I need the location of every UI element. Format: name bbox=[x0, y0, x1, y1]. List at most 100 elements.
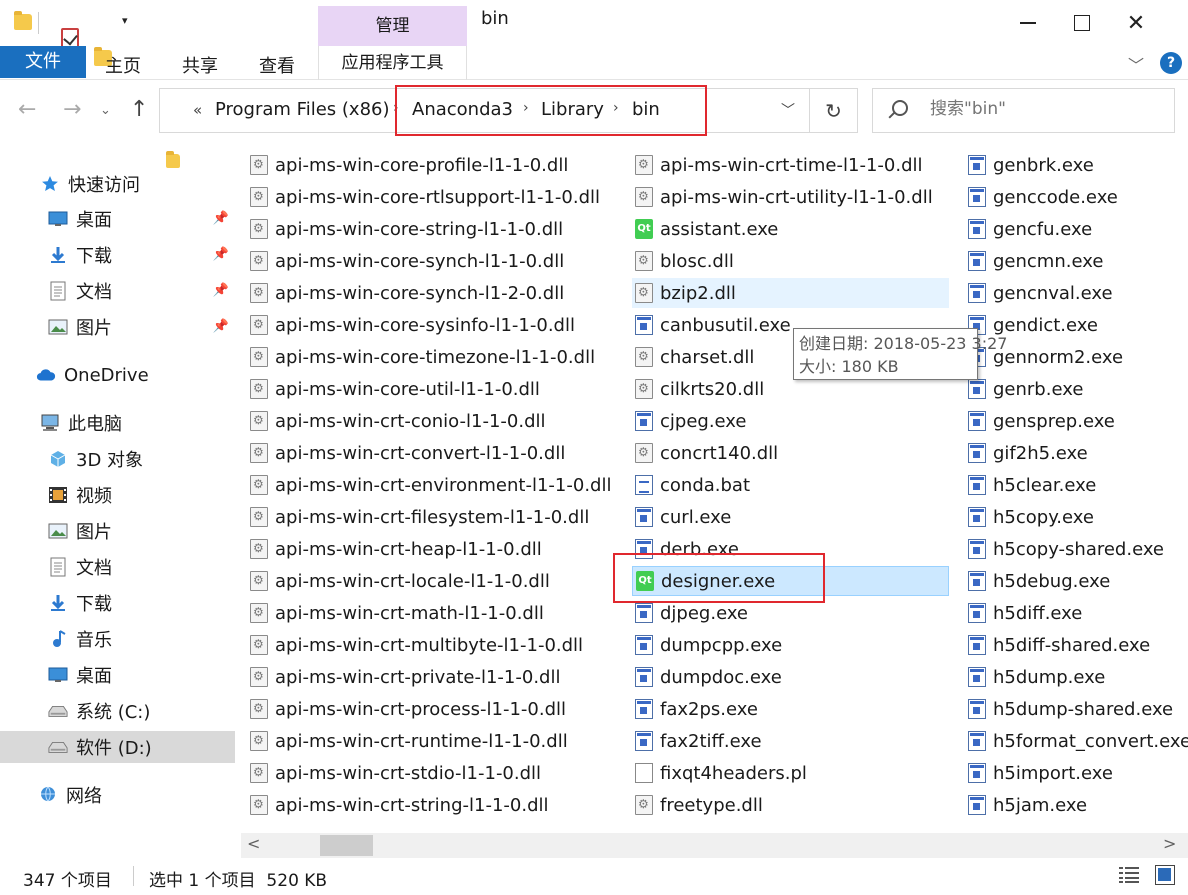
file-item[interactable]: bzip2.dll bbox=[632, 278, 949, 308]
file-item[interactable]: api-ms-win-crt-private-l1-1-0.dll bbox=[247, 662, 617, 692]
file-item[interactable]: h5copy-shared.exe bbox=[965, 534, 1188, 564]
forward-arrow-icon[interactable]: → bbox=[63, 97, 81, 122]
horizontal-scrollbar[interactable] bbox=[241, 833, 1188, 858]
tab-application-tools[interactable]: 应用程序工具 bbox=[318, 46, 467, 80]
file-item[interactable]: api-ms-win-crt-conio-l1-1-0.dll bbox=[247, 406, 617, 436]
maximize-button[interactable] bbox=[1052, 5, 1112, 41]
sidebar-item[interactable]: 下载 bbox=[0, 587, 235, 619]
file-item[interactable]: concrt140.dll bbox=[632, 438, 949, 468]
tab-file[interactable]: 文件 bbox=[0, 46, 86, 78]
scrollbar-thumb[interactable] bbox=[320, 835, 373, 856]
scroll-right-arrow-icon[interactable]: > bbox=[1163, 834, 1176, 853]
sidebar-item[interactable]: 3D 对象 bbox=[0, 443, 235, 475]
file-item[interactable]: api-ms-win-crt-string-l1-1-0.dll bbox=[247, 790, 617, 820]
manage-context-tab-header[interactable]: 管理 bbox=[318, 6, 467, 46]
pin-icon[interactable]: 📌 bbox=[213, 211, 229, 226]
file-item[interactable]: api-ms-win-crt-time-l1-1-0.dll bbox=[632, 150, 949, 180]
sidebar-item[interactable]: 视频 bbox=[0, 479, 235, 511]
file-item[interactable]: api-ms-win-crt-convert-l1-1-0.dll bbox=[247, 438, 617, 468]
file-item[interactable]: gencfu.exe bbox=[965, 214, 1188, 244]
expand-ribbon-chevron-icon[interactable]: ﹀ bbox=[1128, 52, 1144, 76]
sidebar-item[interactable]: 文档 bbox=[0, 551, 235, 583]
pin-icon[interactable]: 📌 bbox=[213, 247, 229, 262]
refresh-button[interactable]: ↻ bbox=[810, 88, 858, 133]
file-item[interactable]: api-ms-win-crt-heap-l1-1-0.dll bbox=[247, 534, 617, 564]
file-item[interactable]: h5copy.exe bbox=[965, 502, 1188, 532]
sidebar-item[interactable]: 系统 (C:) bbox=[0, 695, 235, 727]
sidebar-item[interactable]: 软件 (D:) bbox=[0, 731, 235, 763]
sidebar-item[interactable]: 网络 bbox=[0, 779, 235, 811]
file-item[interactable]: api-ms-win-crt-multibyte-l1-1-0.dll bbox=[247, 630, 617, 660]
file-item[interactable]: api-ms-win-crt-filesystem-l1-1-0.dll bbox=[247, 502, 617, 532]
file-item[interactable]: api-ms-win-core-timezone-l1-1-0.dll bbox=[247, 342, 617, 372]
sidebar-item[interactable]: 快速访问 bbox=[0, 168, 235, 200]
file-item[interactable]: h5diff-shared.exe bbox=[965, 630, 1188, 660]
help-icon[interactable]: ? bbox=[1160, 52, 1182, 74]
file-item[interactable]: gencmn.exe bbox=[965, 246, 1188, 276]
file-item[interactable]: freetype.dll bbox=[632, 790, 949, 820]
file-item[interactable]: api-ms-win-crt-locale-l1-1-0.dll bbox=[247, 566, 617, 596]
sidebar-item[interactable]: OneDrive bbox=[0, 359, 235, 391]
file-item[interactable]: api-ms-win-crt-process-l1-1-0.dll bbox=[247, 694, 617, 724]
properties-icon[interactable] bbox=[61, 28, 79, 48]
file-item[interactable]: api-ms-win-core-synch-l1-2-0.dll bbox=[247, 278, 617, 308]
breadcrumb-overflow[interactable]: « bbox=[193, 101, 202, 119]
file-item[interactable]: fixqt4headers.pl bbox=[632, 758, 949, 788]
recent-locations-chevron-icon[interactable]: ⌄ bbox=[100, 103, 111, 118]
file-item[interactable]: api-ms-win-core-rtlsupport-l1-1-0.dll bbox=[247, 182, 617, 212]
file-item[interactable]: api-ms-win-crt-stdio-l1-1-0.dll bbox=[247, 758, 617, 788]
file-item[interactable]: api-ms-win-crt-runtime-l1-1-0.dll bbox=[247, 726, 617, 756]
file-item[interactable]: api-ms-win-core-synch-l1-1-0.dll bbox=[247, 246, 617, 276]
file-item[interactable]: gensprep.exe bbox=[965, 406, 1188, 436]
large-icons-view-icon[interactable] bbox=[1155, 865, 1175, 885]
scroll-left-arrow-icon[interactable]: < bbox=[247, 834, 260, 853]
breadcrumb-program-files[interactable]: Program Files (x86) bbox=[215, 99, 390, 120]
tab-home[interactable]: 主页 bbox=[105, 52, 141, 78]
file-item[interactable]: fax2ps.exe bbox=[632, 694, 949, 724]
sidebar-item[interactable]: 下载 📌 bbox=[0, 239, 235, 271]
file-item[interactable]: dumpcpp.exe bbox=[632, 630, 949, 660]
file-item[interactable]: h5clear.exe bbox=[965, 470, 1188, 500]
pin-icon[interactable]: 📌 bbox=[213, 319, 229, 334]
file-item[interactable]: api-ms-win-core-string-l1-1-0.dll bbox=[247, 214, 617, 244]
file-item[interactable]: blosc.dll bbox=[632, 246, 949, 276]
tab-view[interactable]: 查看 bbox=[259, 52, 295, 78]
file-item[interactable]: api-ms-win-crt-utility-l1-1-0.dll bbox=[632, 182, 949, 212]
up-arrow-icon[interactable]: ↑ bbox=[130, 97, 148, 122]
file-item[interactable]: api-ms-win-core-profile-l1-1-0.dll bbox=[247, 150, 617, 180]
sidebar-item[interactable]: 音乐 bbox=[0, 623, 235, 655]
file-item[interactable]: api-ms-win-core-util-l1-1-0.dll bbox=[247, 374, 617, 404]
customize-toolbar-chevron-icon[interactable]: ▾ bbox=[122, 14, 128, 27]
file-item[interactable]: h5dump.exe bbox=[965, 662, 1188, 692]
file-item[interactable]: genrb.exe bbox=[965, 374, 1188, 404]
file-item[interactable]: h5import.exe bbox=[965, 758, 1188, 788]
file-item[interactable]: h5debug.exe bbox=[965, 566, 1188, 596]
address-history-chevron-icon[interactable]: ﹀ bbox=[781, 100, 795, 120]
file-item[interactable]: api-ms-win-crt-math-l1-1-0.dll bbox=[247, 598, 617, 628]
pin-icon[interactable]: 📌 bbox=[213, 283, 229, 298]
sidebar-item[interactable]: 图片 📌 bbox=[0, 311, 235, 343]
file-item[interactable]: curl.exe bbox=[632, 502, 949, 532]
file-item[interactable]: gif2h5.exe bbox=[965, 438, 1188, 468]
file-item[interactable]: h5jam.exe bbox=[965, 790, 1188, 820]
file-item[interactable]: Qt assistant.exe bbox=[632, 214, 949, 244]
file-item[interactable]: cjpeg.exe bbox=[632, 406, 949, 436]
file-item[interactable]: h5format_convert.exe bbox=[965, 726, 1188, 756]
file-item[interactable]: h5dump-shared.exe bbox=[965, 694, 1188, 724]
sidebar-item[interactable]: 此电脑 bbox=[0, 407, 235, 439]
details-view-icon[interactable] bbox=[1119, 866, 1139, 884]
back-arrow-icon[interactable]: ← bbox=[18, 97, 36, 122]
sidebar-item[interactable]: 图片 bbox=[0, 515, 235, 547]
close-button[interactable]: ✕ bbox=[1106, 5, 1166, 41]
file-item[interactable]: genbrk.exe bbox=[965, 150, 1188, 180]
file-item[interactable]: gencnval.exe bbox=[965, 278, 1188, 308]
sidebar-item[interactable]: 桌面 📌 bbox=[0, 203, 235, 235]
tab-share[interactable]: 共享 bbox=[182, 52, 218, 78]
file-item[interactable]: conda.bat bbox=[632, 470, 949, 500]
minimize-button[interactable] bbox=[998, 5, 1058, 41]
file-item[interactable]: dumpdoc.exe bbox=[632, 662, 949, 692]
file-item[interactable]: fax2tiff.exe bbox=[632, 726, 949, 756]
file-item[interactable]: api-ms-win-core-sysinfo-l1-1-0.dll bbox=[247, 310, 617, 340]
file-item[interactable]: api-ms-win-crt-environment-l1-1-0.dll bbox=[247, 470, 617, 500]
file-item[interactable]: genccode.exe bbox=[965, 182, 1188, 212]
